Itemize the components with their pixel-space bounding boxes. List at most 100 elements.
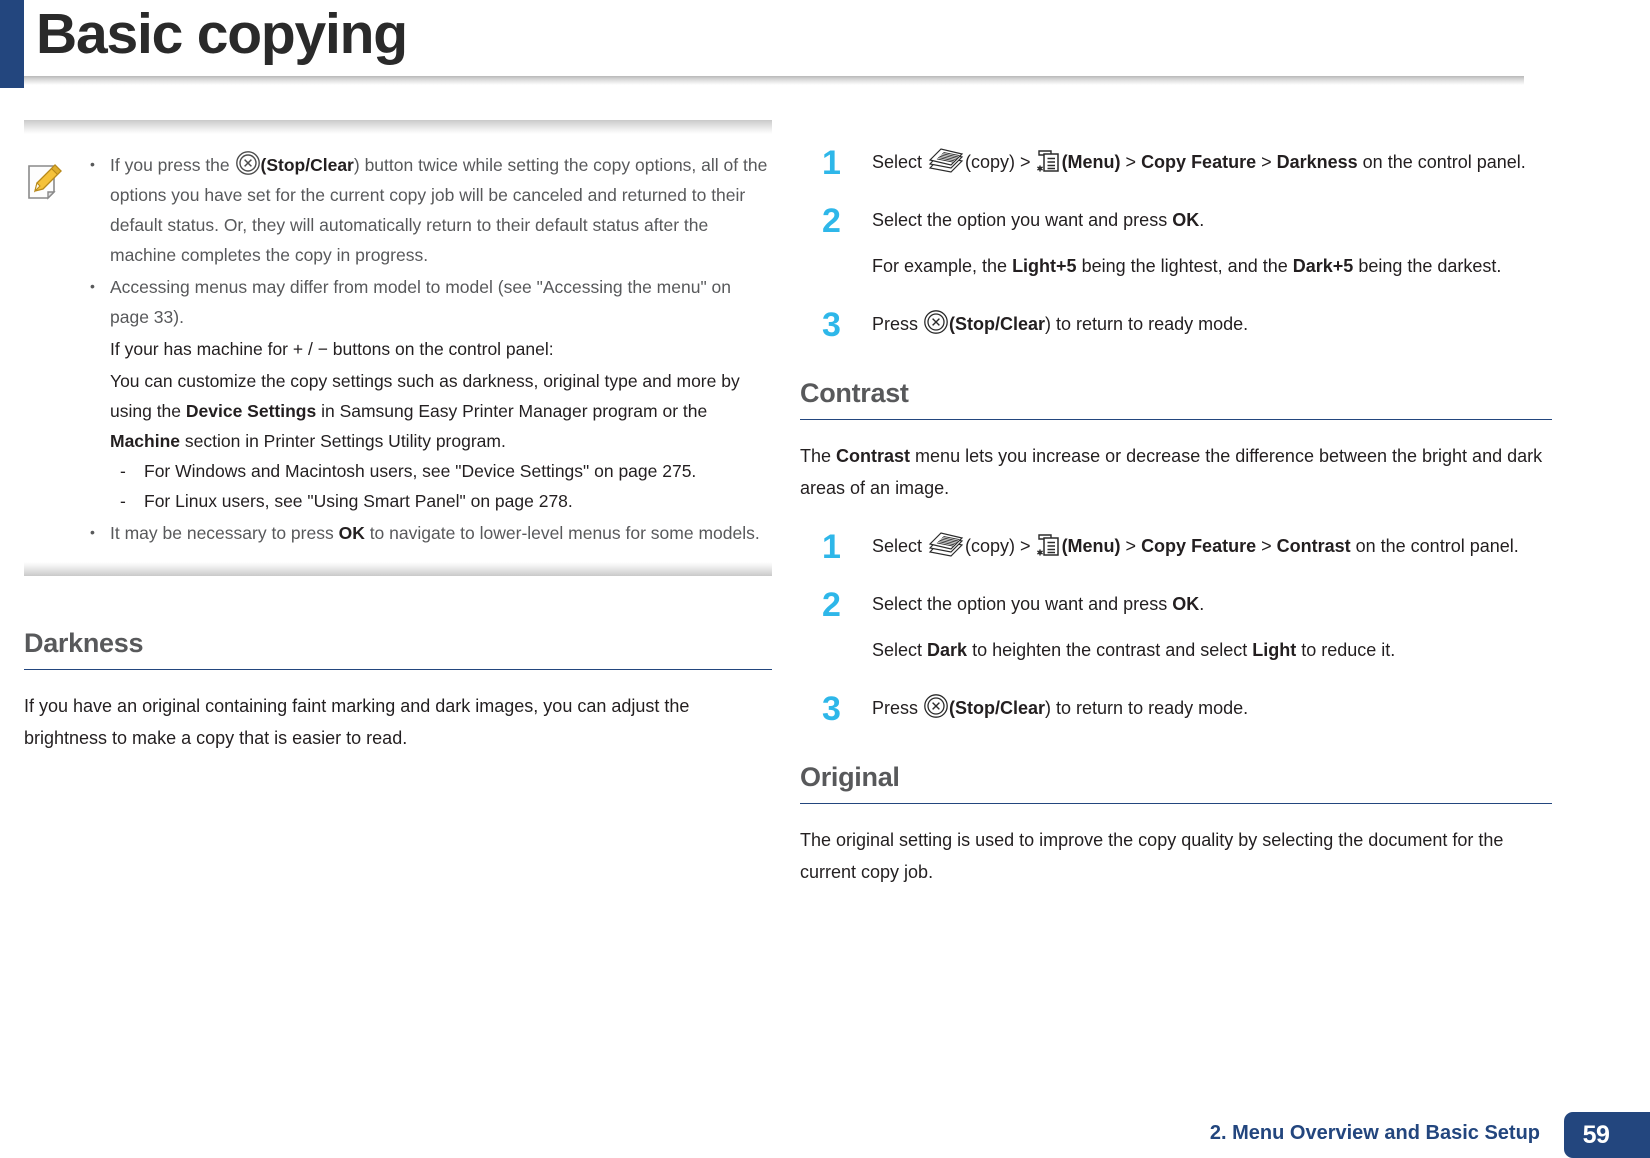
stop-clear-icon [923,309,949,335]
note-bullet-stop-clear: If you press the (Stop/Clear) button twi… [82,149,772,270]
darkness-intro: If you have an original containing faint… [24,696,690,748]
menu-icon [1036,532,1062,558]
stop-clear-icon [923,693,949,719]
contrast-step-2-sub-pre: Select [872,640,928,660]
note-customize-text-3: section in Printer Settings Utility prog… [180,431,506,451]
contrast-step-2: 2 Select the option you want and press O… [800,588,1552,666]
header-accent-bar [0,0,24,88]
copy-icon [927,532,965,558]
note-bullet-ok-pre: It may be necessary to press [110,523,339,543]
contrast-step-2-text: Select the option you want and press OK.… [872,588,1552,666]
darkness-step-1-gt2: > [1256,152,1277,172]
darkness-step-2-ok: OK [1172,210,1200,230]
right-column: 1 Select (copy) > (Menu) > Copy Feature … [800,120,1552,888]
note-bullet-ok-bold: OK [338,523,365,543]
note-plus-minus-intro: If your has machine for + / − buttons on… [110,339,554,359]
contrast-step-1-copy-label: (copy) > [965,536,1036,556]
section-contrast: Contrast The Contrast menu lets you incr… [800,378,1552,504]
section-original: Original The original setting is used to… [800,762,1552,888]
note-bullet-stop-clear-bold: (Stop/Clear [260,155,354,175]
darkness-step-2-sub-mid: being the lightest, and the [1076,256,1293,276]
contrast-step-2-sub: Select Dark to heighten the contrast and… [872,634,1552,666]
note-dash-linux: For Linux users, see "Using Smart Panel"… [110,486,772,516]
contrast-step-3-number: 3 [822,690,841,728]
note-bullet-list: If you press the (Stop/Clear) button twi… [82,149,772,548]
darkness-step-2-text: Select the option you want and press OK.… [872,204,1552,282]
note-bottom-divider [24,562,772,576]
page-footer: 2. Menu Overview and Basic Setup 59 [0,1112,1650,1158]
darkness-step-2-dark5: Dark+5 [1292,256,1354,276]
contrast-step-2-main-pre: Select the option you want and press [872,594,1173,614]
darkness-step-1-select: Select [872,152,928,172]
original-intro: The original setting is used to improve … [800,830,1504,882]
darkness-step-1-text: Select (copy) > (Menu) > Copy Feature > … [872,146,1552,178]
footer-chapter-label: 2. Menu Overview and Basic Setup [1209,1122,1540,1144]
note-bullet-ok-navigate: It may be necessary to press OK to navig… [82,517,772,548]
darkness-step-1-menu-label: (Menu) [1061,152,1121,172]
footer-page-number: 59 [1564,1112,1650,1158]
contrast-step-1-menu-label: (Menu) [1061,536,1121,556]
contrast-step-1-tail: on the control panel. [1350,536,1519,556]
contrast-step-1-select: Select [872,536,928,556]
contrast-heading-rule [800,419,1552,420]
note-pencil-icon [24,162,64,202]
darkness-step-1-copy-label: (copy) > [965,152,1036,172]
darkness-step-2: 2 Select the option you want and press O… [800,204,1552,282]
contrast-step-1-copy-feature: Copy Feature [1141,536,1257,556]
darkness-step-3: 3 Press (Stop/Clear) to return to ready … [800,308,1552,342]
contrast-step-3: 3 Press (Stop/Clear) to return to ready … [800,690,1552,728]
darkness-heading: Darkness [24,628,144,658]
note-box: If you press the (Stop/Clear) button twi… [24,120,772,590]
note-icon-wrap [24,150,82,550]
darkness-step-2-main-pre: Select the option you want and press [872,210,1173,230]
note-customize-paragraph: You can customize the copy settings such… [110,366,772,456]
darkness-step-1: 1 Select (copy) > (Menu) > Copy Feature … [800,144,1552,182]
contrast-step-2-light: Light [1252,640,1297,660]
contrast-intro-bold: Contrast [836,446,911,466]
note-bullet-accessing-menus-text: Accessing menus may differ from model to… [110,277,731,327]
title-divider [24,76,1524,85]
contrast-step-2-number: 2 [822,586,841,624]
contrast-step-1-text: Select (copy) > (Menu) > Copy Feature > … [872,530,1552,562]
note-top-divider [24,120,772,134]
contrast-step-3-press: Press [872,698,924,718]
contrast-step-2-ok: OK [1172,594,1200,614]
contrast-intro: The Contrast menu lets you increase or d… [800,440,1552,504]
note-bullet-ok-post: to navigate to lower-level menus for som… [364,523,760,543]
note-content: If you press the (Stop/Clear) button twi… [82,149,772,550]
note-bullet-accessing-menus: Accessing menus may differ from model to… [82,271,772,516]
contrast-step-2-sub-post: to reduce it. [1296,640,1396,660]
contrast-intro-pre: The [800,446,837,466]
darkness-step-3-bold: (Stop/Clear [949,314,1046,334]
darkness-step-3-text: Press (Stop/Clear) to return to ready mo… [872,308,1552,340]
contrast-steps: 1 Select (copy) > (Menu) > Copy Feature … [800,528,1552,728]
contrast-step-2-sub-mid: to heighten the contrast and select [967,640,1253,660]
darkness-step-1-tail: on the control panel. [1357,152,1526,172]
section-darkness: Darkness If you have an original contain… [24,628,772,754]
page-title: Basic copying [36,2,408,66]
darkness-step-2-main-post: . [1199,210,1205,230]
contrast-step-2-main: Select the option you want and press OK. [872,588,1552,620]
darkness-step-2-sub-post: being the darkest. [1353,256,1502,276]
contrast-intro-post: menu lets you increase or decrease the d… [800,446,1543,498]
note-bullet-stop-clear-pre: If you press the [110,155,235,175]
darkness-step-2-light5: Light+5 [1012,256,1077,276]
original-heading-rule [800,803,1552,804]
darkness-step-2-sub: For example, the Light+5 being the light… [872,250,1552,282]
darkness-step-2-sub-pre: For example, the [872,256,1013,276]
contrast-step-1-target: Contrast [1276,536,1351,556]
note-device-settings-bold: Device Settings [185,401,317,421]
darkness-step-3-press: Press [872,314,924,334]
contrast-step-2-main-post: . [1199,594,1205,614]
darkness-steps: 1 Select (copy) > (Menu) > Copy Feature … [800,144,1552,342]
contrast-step-1-number: 1 [822,528,841,566]
darkness-step-3-post: ) to return to ready mode. [1045,314,1249,334]
contrast-heading: Contrast [800,378,909,408]
darkness-heading-rule [24,669,772,670]
darkness-step-1-gt1: > [1120,152,1142,172]
note-customize-text-2: in Samsung Easy Printer Manager program … [316,401,708,421]
note-dash-list: For Windows and Macintosh users, see "De… [110,456,772,516]
darkness-step-2-number: 2 [822,202,841,240]
darkness-step-1-number: 1 [822,144,841,182]
note-dash-windows-mac: For Windows and Macintosh users, see "De… [110,456,772,486]
